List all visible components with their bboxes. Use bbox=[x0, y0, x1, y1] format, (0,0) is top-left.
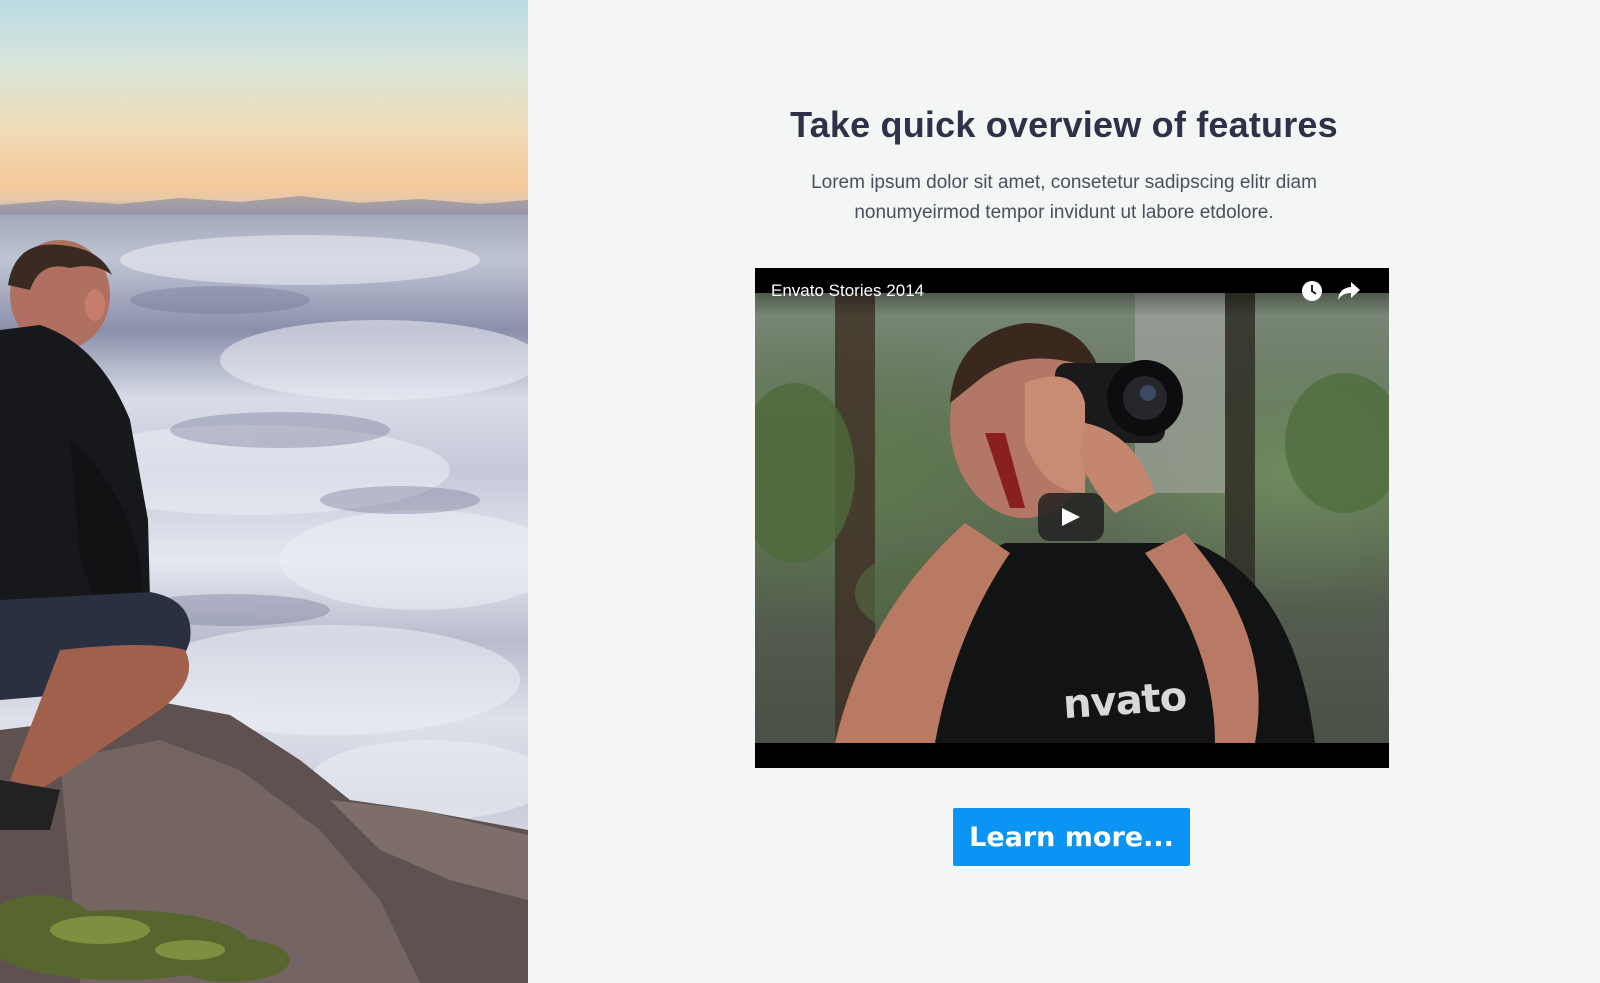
play-icon bbox=[1062, 508, 1080, 526]
feature-overview-section: Take quick overview of features Lorem ip… bbox=[528, 0, 1600, 983]
learn-more-button[interactable]: Learn more... bbox=[953, 808, 1190, 866]
section-title: Take quick overview of features bbox=[790, 104, 1338, 145]
video-topbar: Envato Stories 2014 bbox=[755, 268, 1389, 316]
video-player[interactable]: nvato Envato Stories 2014 bbox=[755, 268, 1389, 768]
shirt-watermark: nvato bbox=[1061, 673, 1188, 729]
hero-image bbox=[0, 0, 528, 983]
clock-icon[interactable] bbox=[1301, 280, 1323, 302]
share-icon[interactable] bbox=[1337, 280, 1361, 302]
section-subtitle: Lorem ipsum dolor sit amet, consetetur s… bbox=[811, 172, 1317, 223]
video-title[interactable]: Envato Stories 2014 bbox=[771, 281, 924, 301]
hero-illustration bbox=[0, 196, 528, 983]
play-button[interactable] bbox=[1038, 493, 1104, 541]
